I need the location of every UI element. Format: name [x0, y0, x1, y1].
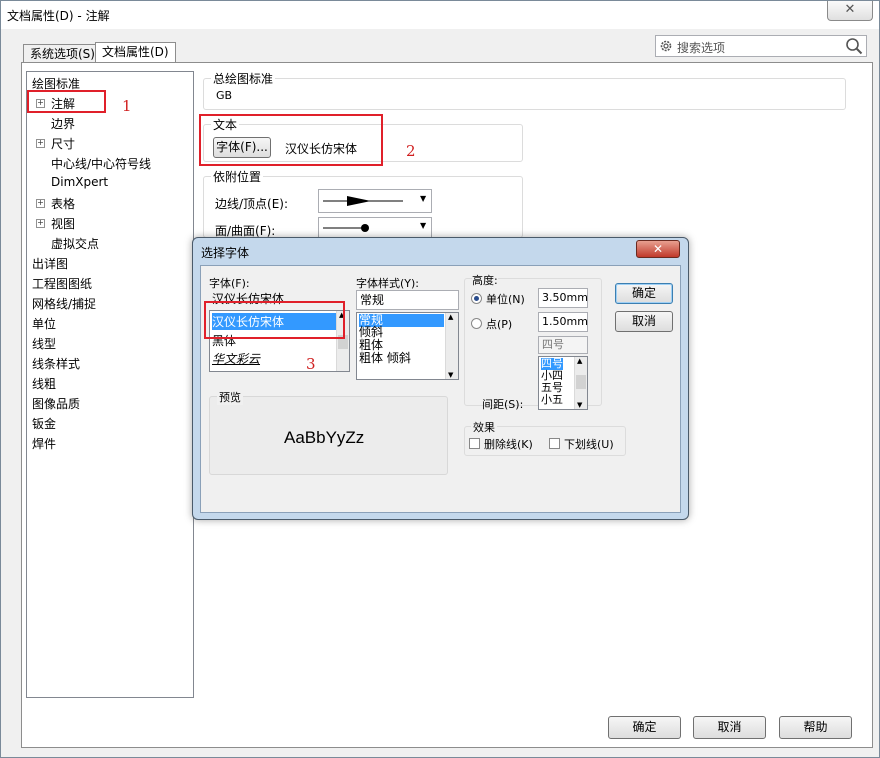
point-input[interactable]: 1.50mm	[538, 312, 588, 332]
tree-item-weldments[interactable]: 焊件	[32, 435, 56, 452]
dialog-ok-button[interactable]: 确定	[615, 283, 673, 304]
style-list[interactable]: 常规 倾斜 粗体 粗体 倾斜 ▲ ▼	[356, 312, 459, 380]
style-input[interactable]: 常规	[356, 290, 459, 310]
font-list-item[interactable]: 华文彩云	[212, 350, 260, 367]
tree-item-line-font[interactable]: 线型	[32, 335, 56, 352]
tree-item-grid-snap[interactable]: 网格线/捕捉	[32, 295, 96, 312]
overall-standard-group	[203, 78, 846, 110]
tree-item-views[interactable]: 视图	[51, 215, 75, 232]
effects-label: 效果	[471, 419, 497, 435]
close-icon: ✕	[652, 242, 664, 256]
spacing-label: 间距(S):	[482, 398, 524, 411]
size-list[interactable]: 四号 小四 五号 小五 ▲ ▼	[538, 356, 588, 410]
attachment-label: 依附位置	[211, 168, 264, 185]
highlight-box-2	[199, 114, 383, 166]
tree-item-units[interactable]: 单位	[32, 315, 56, 332]
underline-label: 下划线(U)	[564, 438, 614, 451]
preview-label: 预览	[217, 389, 243, 405]
style-label: 字体样式(Y):	[356, 277, 420, 290]
close-icon: ✕	[844, 2, 856, 17]
face-arrow-select[interactable]: ▼	[318, 217, 432, 239]
style-list-item[interactable]: 粗体 倾斜	[359, 352, 411, 365]
chevron-down-icon: ▼	[420, 221, 427, 230]
preview-text: AaBbYyZz	[284, 428, 365, 447]
tree-item-dimensions[interactable]: 尺寸	[51, 135, 75, 152]
unit-label: 单位(N)	[486, 293, 525, 306]
expand-icon[interactable]: +	[36, 199, 45, 208]
overall-standard-label: 总绘图标准	[211, 70, 276, 87]
tree-item-dimxpert[interactable]: DimXpert	[51, 175, 108, 189]
annotation-number-3: 3	[306, 355, 316, 373]
strikeout-label: 删除线(K)	[484, 438, 533, 451]
overall-standard-value: GB	[216, 89, 233, 102]
tree-item-sheet-metal[interactable]: 钣金	[32, 415, 56, 432]
edge-arrow-select[interactable]: ▼	[318, 189, 432, 213]
expand-icon[interactable]: +	[36, 219, 45, 228]
size-list-scrollbar[interactable]: ▲ ▼	[574, 357, 587, 409]
point-radio[interactable]	[471, 318, 482, 329]
size-input[interactable]: 四号	[538, 336, 588, 354]
gear-icon	[660, 40, 672, 52]
strikeout-checkbox[interactable]	[469, 438, 480, 449]
tree-item-detailing[interactable]: 出详图	[32, 255, 68, 272]
close-button[interactable]: ✕	[827, 1, 873, 21]
tree-item-image-quality[interactable]: 图像品质	[32, 395, 80, 412]
font-label: 字体(F):	[209, 277, 250, 290]
tree-item-centerlines[interactable]: 中心线/中心符号线	[51, 155, 151, 172]
unit-radio[interactable]	[471, 293, 482, 304]
height-label: 高度:	[472, 272, 498, 288]
tree-item-virtual-sharps[interactable]: 虚拟交点	[51, 235, 99, 252]
expand-icon[interactable]: +	[36, 139, 45, 148]
options-tree: 绘图标准 + 注解 边界 + 尺寸 中心线/中心符号线 DimXpert + 表…	[26, 71, 194, 698]
style-list-scrollbar[interactable]: ▲ ▼	[445, 313, 458, 379]
dot-arrow-icon	[323, 224, 369, 232]
chevron-down-icon: ▼	[420, 194, 427, 203]
tab-document-properties[interactable]: 文档属性(D)	[95, 42, 176, 64]
tree-item-borders[interactable]: 边界	[51, 115, 75, 132]
dialog-close-button[interactable]: ✕	[636, 240, 680, 258]
annotation-number-2: 2	[406, 142, 416, 160]
size-list-item[interactable]: 小五	[541, 394, 563, 406]
underline-checkbox[interactable]	[549, 438, 560, 449]
dialog-title: 选择字体	[201, 246, 250, 260]
ok-button[interactable]: 确定	[608, 716, 681, 739]
title-bar: 文档属性(D) - 注解 ✕	[1, 1, 879, 29]
search-box[interactable]: 搜索选项	[655, 35, 867, 57]
cancel-button[interactable]: 取消	[693, 716, 766, 739]
dialog-cancel-button[interactable]: 取消	[615, 311, 673, 332]
tree-item-line-style[interactable]: 线条样式	[32, 355, 80, 372]
highlight-box-1	[27, 90, 106, 113]
help-button[interactable]: 帮助	[779, 716, 852, 739]
filled-arrow-icon	[323, 196, 403, 206]
edge-vertex-label: 边线/顶点(E):	[215, 197, 289, 211]
search-icon[interactable]	[845, 37, 863, 55]
window-title: 文档属性(D) - 注解	[7, 9, 110, 23]
tree-item-tables[interactable]: 表格	[51, 195, 75, 212]
select-font-dialog: 选择字体 ✕ 字体(F): 汉仪长仿宋体 汉仪长仿宋体 黑体 华文彩云 ▲ 字体…	[192, 237, 689, 520]
tree-item-drawing-sheets[interactable]: 工程图图纸	[32, 275, 92, 292]
highlight-box-3	[204, 301, 345, 339]
tab-system-options[interactable]: 系统选项(S)	[23, 44, 102, 64]
search-placeholder: 搜索选项	[677, 41, 726, 55]
point-label: 点(P)	[486, 318, 513, 331]
annotation-number-1: 1	[122, 97, 132, 115]
unit-input[interactable]: 3.50mm	[538, 288, 588, 308]
tree-item-line-thickness[interactable]: 线粗	[32, 375, 56, 392]
